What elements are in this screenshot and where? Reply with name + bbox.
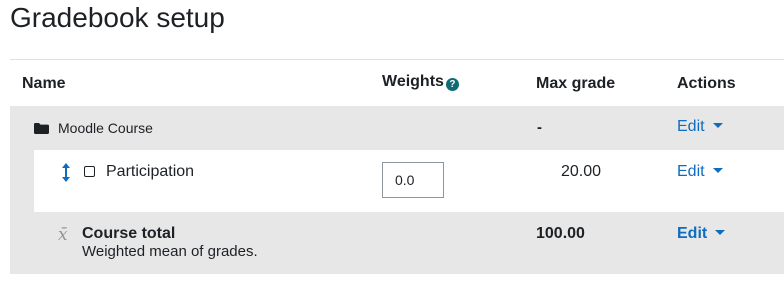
course-total-name: Course total [82,225,176,242]
column-header-weights: Weights? [382,73,459,91]
x-bar-mean-icon: x̄ [58,225,68,245]
page-title: Gradebook setup [10,2,225,33]
course-total-description: Weighted mean of grades. [82,243,258,260]
category-edit-menu[interactable]: Edit [677,118,723,136]
grade-item-edit-menu[interactable]: Edit [677,163,723,181]
column-header-actions: Actions [677,75,736,92]
course-total-edit-menu[interactable]: Edit [677,225,726,243]
course-total-max-grade: 100.00 [536,225,585,242]
grade-item-row-wrapper: Participation 20.00 Edit [10,150,784,212]
course-total-edit-label: Edit [677,225,708,242]
category-row: Moodle Course - Edit [10,106,784,150]
grade-item-edit-label: Edit [677,163,705,180]
grade-item-max-grade: 20.00 [561,163,602,180]
gradebook-setup-table: Name Weights? Max grade Actions Moodle C… [10,59,784,274]
category-edit-label: Edit [677,118,705,135]
course-total-row: x̄ Course total Weighted mean of grades.… [10,212,784,274]
weight-input[interactable] [382,162,444,198]
category-max-grade: - [537,119,542,136]
grade-item-row: Participation 20.00 Edit [34,150,784,212]
column-header-max-grade: Max grade [536,75,616,92]
question-circle-icon[interactable]: ? [445,78,459,91]
column-header-weights-label: Weights [382,73,444,90]
caret-down-icon [712,123,723,128]
table-header-row: Name Weights? Max grade Actions [10,60,784,106]
folder-icon [34,123,49,134]
move-vertical-icon[interactable] [60,163,72,182]
checkbox-icon [84,166,95,177]
grade-item-name: Participation [106,163,195,180]
caret-down-icon [715,230,726,235]
caret-down-icon [712,168,723,173]
category-name: Moodle Course [58,120,153,136]
column-header-name: Name [22,75,66,92]
